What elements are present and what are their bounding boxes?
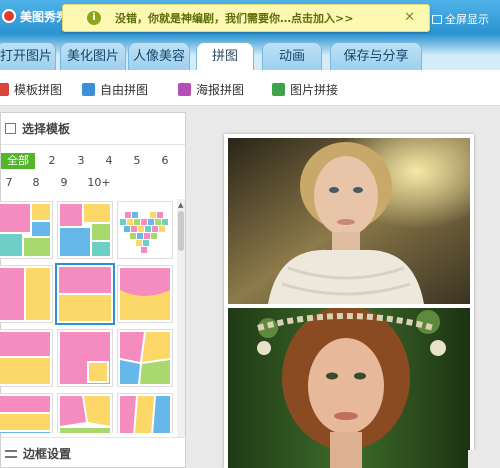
tab-animation[interactable]: 动画 [262,42,322,70]
filter-all[interactable]: 全部 [1,153,35,169]
template-collage-button[interactable]: 模板拼图 [0,81,62,98]
fullscreen-button[interactable]: 全屏显示 [432,11,489,27]
filter-6[interactable]: 6 [159,153,171,169]
fullscreen-icon [432,14,442,24]
template-preview [60,396,110,433]
template-thumbnail[interactable] [57,393,113,433]
free-collage-button[interactable]: 自由拼图 [82,81,148,98]
filter-3[interactable]: 3 [75,153,87,169]
template-preview [120,268,170,320]
free-collage-icon [82,83,95,96]
template-preview [120,332,170,384]
poster-collage-button[interactable]: 海报拼图 [178,81,244,98]
image-stitch-icon [272,83,285,96]
tab-beautify[interactable]: 美化图片 [60,42,126,70]
template-preview [0,332,50,384]
info-icon: i [87,11,101,25]
template-thumbnail[interactable] [0,265,53,323]
collage-photo-slot-2[interactable] [228,308,470,468]
image-stitch-button[interactable]: 图片拼接 [272,81,338,98]
filter-2[interactable]: 2 [46,153,58,169]
portrait-photo-1 [228,138,470,304]
main-nav: 打开图片 美化图片 人像美容 拼图 动画 保存与分享 [0,34,500,71]
collage-photo-slot-1[interactable] [228,138,470,304]
panel-title: 选择模板 [22,122,71,136]
template-preview [120,396,170,433]
poster-collage-label: 海报拼图 [196,83,245,97]
template-collage-label: 模板拼图 [14,83,63,97]
filter-9[interactable]: 9 [58,175,70,191]
template-preview [60,204,110,256]
template-panel: 选择模板 全部 2 3 4 5 6 7 8 9 10+ ▲ 边框设置 [0,112,187,468]
template-thumbnail-selected[interactable] [55,263,115,325]
border-settings-title: 边框设置 [23,447,72,461]
poster-collage-icon [178,83,191,96]
close-icon[interactable]: ✕ [404,10,415,25]
heart-template-preview [120,212,168,253]
fullscreen-label: 全屏显示 [445,13,489,26]
app-title: 美图秀秀 [20,10,69,24]
template-thumbnail[interactable] [117,265,173,323]
template-preview [60,332,110,384]
template-thumbnail[interactable] [117,393,173,433]
template-thumbnail[interactable] [117,201,173,259]
scrollbar-handle[interactable] [178,211,184,251]
filter-8[interactable]: 8 [30,175,42,191]
free-collage-label: 自由拼图 [100,83,149,97]
panel-header[interactable]: 选择模板 [1,113,185,145]
notification-message[interactable]: 没错，你就是神编剧，我们需要你…点击加入>> [115,10,353,26]
window-corner [468,450,500,468]
filter-7[interactable]: 7 [3,175,15,191]
border-settings-header[interactable]: 边框设置 [1,437,187,468]
tab-open-image[interactable]: 打开图片 [0,42,56,70]
template-preview [59,267,111,321]
filter-4[interactable]: 4 [103,153,115,169]
collage-canvas[interactable] [224,134,474,468]
template-scrollbar[interactable]: ▲ [177,199,185,437]
template-preview [0,396,50,433]
template-thumbnail[interactable] [57,201,113,259]
portrait-photo-2 [228,308,470,468]
border-settings-icon [5,449,17,458]
template-collage-icon [0,83,9,96]
scroll-up-icon[interactable]: ▲ [178,201,183,209]
tab-collage[interactable]: 拼图 [196,42,254,71]
template-grid [0,201,177,433]
filter-5[interactable]: 5 [131,153,143,169]
template-preview [0,268,50,320]
template-thumbnail[interactable] [57,329,113,387]
tab-portrait[interactable]: 人像美容 [128,42,190,70]
template-thumbnail[interactable] [117,329,173,387]
image-stitch-label: 图片拼接 [290,83,339,97]
template-icon [5,123,16,134]
notification-banner[interactable]: i 没错，你就是神编剧，我们需要你…点击加入>> ✕ [62,4,430,32]
app-logo-icon [2,9,16,23]
template-thumbnail[interactable] [0,393,53,433]
template-thumbnail[interactable] [0,201,53,259]
template-thumbnail[interactable] [0,329,53,387]
collage-mode-bar: 模板拼图 自由拼图 海报拼图 图片拼接 [0,70,500,106]
tab-save-share[interactable]: 保存与分享 [330,42,422,70]
filter-10plus[interactable]: 10+ [87,175,111,191]
template-preview [0,204,50,256]
